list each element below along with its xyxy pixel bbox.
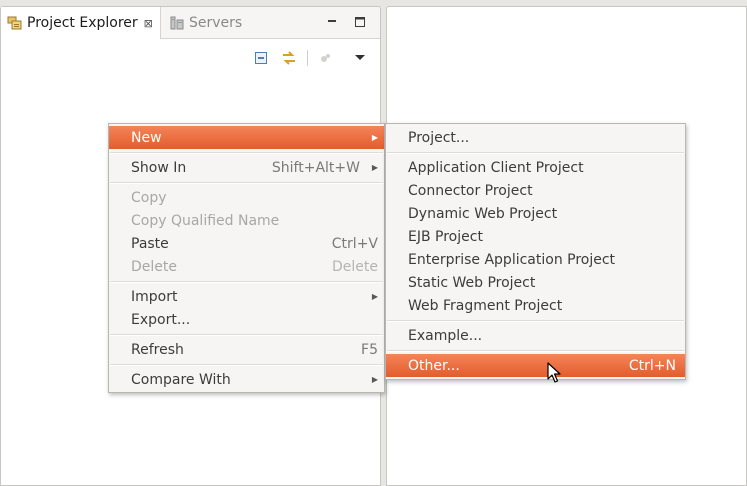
minimize-icon[interactable]	[324, 15, 340, 29]
submenu-item-enterprise-application-project[interactable]: Enterprise Application Project	[386, 248, 685, 271]
menu-item-label: Dynamic Web Project	[408, 205, 558, 222]
submenu-item-web-fragment-project[interactable]: Web Fragment Project	[386, 294, 685, 317]
submenu-item-static-web-project[interactable]: Static Web Project	[386, 271, 685, 294]
menu-separator	[387, 320, 684, 322]
servers-icon	[169, 15, 185, 31]
menu-item-label: Copy Qualified Name	[131, 212, 280, 229]
menu-item-shortcut: Shift+Alt+W	[271, 159, 360, 176]
submenu-item-other[interactable]: Other... Ctrl+N	[386, 354, 685, 377]
menu-separator	[387, 350, 684, 352]
menu-item-shortcut: Delete	[332, 258, 378, 275]
menu-item-label: Project...	[408, 129, 470, 146]
submenu-arrow-icon: ▶	[371, 133, 378, 142]
menu-item-label: Other...	[408, 357, 460, 374]
menu-item-label: Copy	[131, 189, 167, 206]
submenu-arrow-icon: ▶	[371, 292, 378, 301]
menu-item-shortcut: F5	[361, 341, 378, 358]
filters-icon[interactable]	[316, 48, 336, 68]
menu-item-refresh[interactable]: Refresh F5	[109, 338, 384, 361]
menu-item-label: Paste	[131, 235, 169, 252]
menu-item-label: Show In	[131, 159, 187, 176]
submenu-item-dynamic-web-project[interactable]: Dynamic Web Project	[386, 202, 685, 225]
menu-item-new[interactable]: New ▶	[109, 126, 384, 149]
menu-item-copy-qualified-name: Copy Qualified Name	[109, 209, 384, 232]
new-submenu: Project... Application Client Project Co…	[385, 123, 686, 380]
menu-item-shortcut: Ctrl+V	[331, 235, 378, 252]
menu-item-label: Refresh	[131, 341, 184, 358]
view-menu-icon[interactable]	[350, 48, 370, 68]
menu-separator	[110, 182, 383, 184]
menu-item-export[interactable]: Export...	[109, 308, 384, 331]
submenu-arrow-icon: ▶	[371, 163, 378, 172]
submenu-item-example[interactable]: Example...	[386, 324, 685, 347]
project-explorer-icon	[7, 15, 23, 31]
submenu-item-connector-project[interactable]: Connector Project	[386, 179, 685, 202]
menu-separator	[110, 152, 383, 154]
submenu-item-ejb-project[interactable]: EJB Project	[386, 225, 685, 248]
submenu-arrow-icon: ▶	[371, 375, 378, 384]
menu-item-shortcut: Ctrl+N	[628, 357, 676, 374]
menu-item-label: Enterprise Application Project	[408, 251, 616, 268]
menu-separator	[110, 281, 383, 283]
close-icon[interactable]: ⊠	[144, 17, 153, 30]
menu-item-paste[interactable]: Paste Ctrl+V	[109, 232, 384, 255]
menu-item-label: Export...	[131, 311, 191, 328]
menu-item-label: Delete	[131, 258, 177, 275]
menu-item-delete: Delete Delete	[109, 255, 384, 278]
tab-servers[interactable]: Servers	[163, 7, 248, 38]
menu-item-compare-with[interactable]: Compare With ▶	[109, 368, 384, 391]
tab-servers-label: Servers	[189, 14, 243, 31]
menu-item-show-in[interactable]: Show In Shift+Alt+W ▶	[109, 156, 384, 179]
menu-separator	[110, 364, 383, 366]
collapse-all-icon[interactable]	[251, 48, 271, 68]
submenu-item-application-client-project[interactable]: Application Client Project	[386, 156, 685, 179]
menu-item-copy: Copy	[109, 186, 384, 209]
menu-item-label: Application Client Project	[408, 159, 584, 176]
menu-item-import[interactable]: Import ▶	[109, 285, 384, 308]
tab-project-explorer[interactable]: Project Explorer ⊠	[1, 7, 161, 39]
view-tab-bar: Project Explorer ⊠ Servers	[1, 7, 380, 39]
menu-item-label: Web Fragment Project	[408, 297, 563, 314]
menu-separator	[110, 334, 383, 336]
view-toolbar	[243, 47, 370, 69]
menu-item-label: Static Web Project	[408, 274, 536, 291]
link-with-editor-icon[interactable]	[279, 48, 299, 68]
menu-item-label: Connector Project	[408, 182, 533, 199]
submenu-item-project[interactable]: Project...	[386, 126, 685, 149]
toolbar-separator	[307, 50, 308, 66]
menu-item-label: Example...	[408, 327, 483, 344]
maximize-icon[interactable]	[352, 15, 368, 29]
menu-item-label: Compare With	[131, 371, 231, 388]
tab-project-explorer-label: Project Explorer	[27, 15, 138, 31]
context-menu: New ▶ Show In Shift+Alt+W ▶ Copy Copy Qu…	[108, 123, 385, 393]
mouse-pointer-icon	[547, 362, 561, 384]
menu-item-label: New	[131, 129, 162, 146]
menu-item-label: Import	[131, 288, 178, 305]
menu-separator	[387, 152, 684, 154]
menu-item-label: EJB Project	[408, 228, 483, 245]
